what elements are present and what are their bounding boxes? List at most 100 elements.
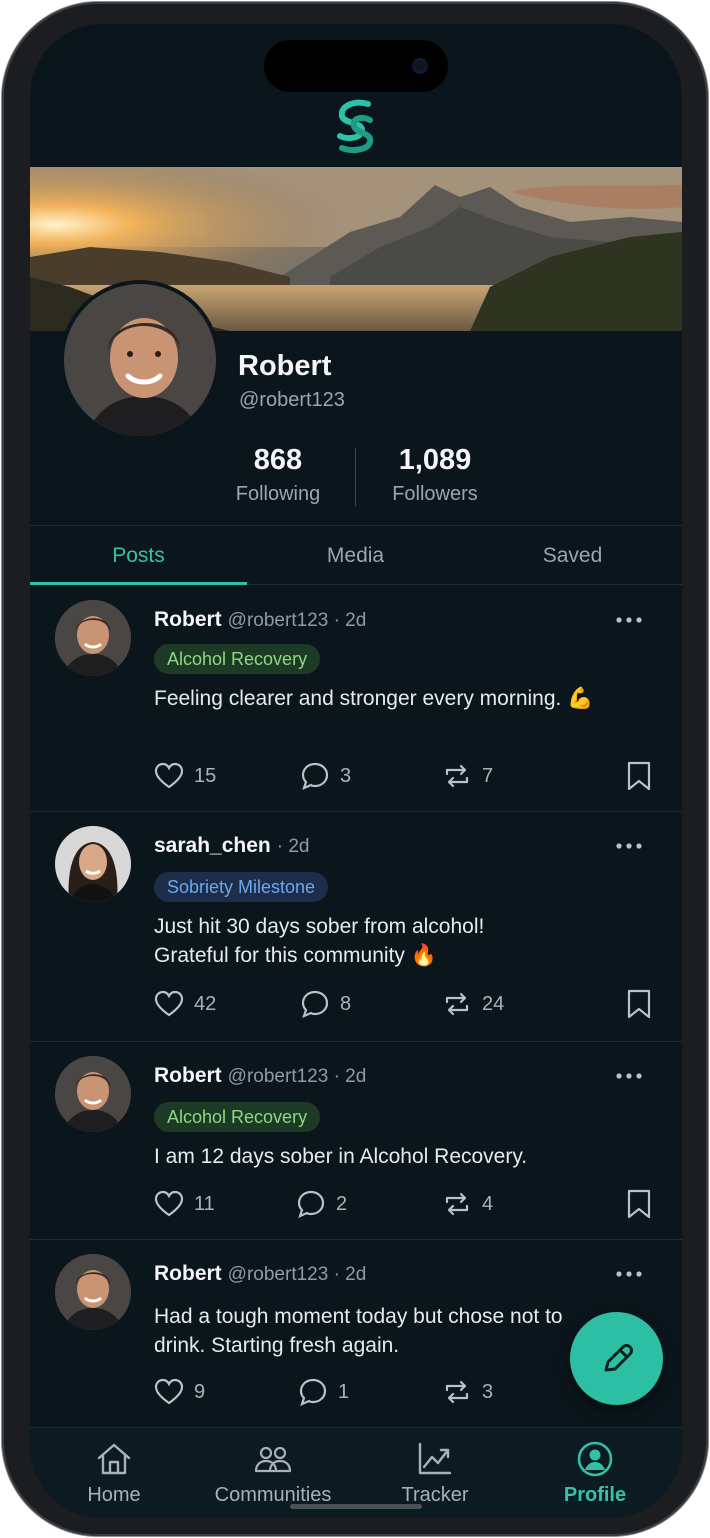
tracker-icon: [418, 1442, 452, 1475]
nav-tracker[interactable]: Tracker: [365, 1440, 505, 1507]
like-button[interactable]: 15: [154, 760, 216, 792]
post-author[interactable]: Robert: [154, 1262, 222, 1285]
heart-icon: [154, 990, 184, 1017]
post-author[interactable]: sarah_chen: [154, 834, 271, 857]
followers-label: Followers: [392, 483, 478, 505]
avatar[interactable]: [55, 600, 131, 676]
repost-icon: [445, 992, 469, 1016]
phone-frame: Robert @robert123 868 Following 1,089 Fo…: [2, 2, 708, 1536]
nav-profile[interactable]: Profile: [525, 1440, 665, 1507]
comment-count: 3: [340, 764, 352, 787]
compose-button[interactable]: [570, 1312, 663, 1405]
tab-media[interactable]: Media: [247, 526, 464, 586]
community-tag[interactable]: Alcohol Recovery: [154, 644, 321, 674]
following-label: Following: [235, 483, 321, 505]
heart-icon: [154, 1378, 184, 1405]
repost-count: 24: [482, 992, 505, 1015]
comment-icon: [301, 990, 329, 1018]
avatar[interactable]: [55, 1254, 131, 1330]
repost-button[interactable]: 3: [442, 1376, 493, 1408]
post-meta: @robert123 · 2d: [227, 1066, 367, 1087]
post-meta: @robert123 · 2d: [227, 1264, 367, 1285]
comment-button[interactable]: 8: [300, 988, 351, 1020]
active-tab-indicator: [30, 582, 247, 585]
post-body: Just hit 30 days sober from alcohol! Gra…: [154, 915, 485, 967]
post-author[interactable]: Robert: [154, 608, 222, 631]
repost-icon: [445, 1192, 469, 1216]
avatar[interactable]: [55, 1056, 131, 1132]
like-button[interactable]: 11: [154, 1188, 215, 1220]
post-body: I am 12 days sober in Alcohol Recovery.: [154, 1145, 528, 1168]
repost-count: 4: [482, 1192, 494, 1215]
camera-icon: [412, 58, 428, 74]
app-screen: Robert @robert123 868 Following 1,089 Fo…: [30, 24, 682, 1518]
like-button[interactable]: 9: [154, 1376, 205, 1408]
post-item[interactable]: sarah_chen · 2d Sobriety Milestone Just h…: [30, 812, 682, 1042]
more-options-icon[interactable]: [614, 836, 644, 856]
nav-label: Profile: [563, 1484, 627, 1506]
repost-count: 7: [482, 764, 494, 787]
app-logo-icon: [337, 99, 374, 153]
communities-icon: [254, 1446, 292, 1473]
post-actions: 11 2 4: [154, 1188, 654, 1220]
comment-button[interactable]: 3: [300, 760, 351, 792]
community-tag[interactable]: Alcohol Recovery: [154, 1102, 321, 1132]
post-item[interactable]: Robert @robert123 · 2d Alcohol Recovery I…: [30, 1042, 682, 1240]
nav-communities[interactable]: Communities: [203, 1440, 343, 1507]
following-count: 868: [253, 444, 303, 476]
post-meta: · 2d: [276, 836, 310, 857]
post-author[interactable]: Robert: [154, 1064, 222, 1087]
post-actions: 15 3 7: [154, 760, 654, 792]
more-options-icon[interactable]: [614, 1066, 644, 1086]
more-options-icon[interactable]: [614, 1264, 644, 1284]
nav-home[interactable]: Home: [44, 1440, 184, 1507]
profile-avatar[interactable]: [60, 280, 220, 440]
post-header: Robert @robert123 · 2d: [154, 1262, 366, 1286]
repost-button[interactable]: 4: [442, 1188, 493, 1220]
post-body: Feeling clearer and stronger every morni…: [154, 687, 594, 710]
heart-icon: [154, 1190, 184, 1217]
comment-count: 2: [336, 1192, 348, 1215]
dynamic-island: [264, 40, 448, 92]
profile-handle: @robert123: [239, 389, 345, 411]
bookmark-icon[interactable]: [624, 988, 654, 1020]
comment-icon: [297, 1190, 325, 1218]
more-options-icon[interactable]: [614, 610, 644, 630]
tab-saved[interactable]: Saved: [464, 526, 681, 586]
profile-icon: [577, 1441, 613, 1477]
post-actions: 42 8 24: [154, 988, 654, 1020]
following-stat[interactable]: 868 Following: [198, 444, 358, 506]
community-tag[interactable]: Sobriety Milestone: [154, 872, 329, 902]
nav-label: Home: [87, 1484, 141, 1506]
comment-icon: [299, 1378, 327, 1406]
post-header: sarah_chen · 2d: [154, 834, 309, 858]
comment-count: 1: [338, 1380, 350, 1403]
like-count: 15: [194, 764, 217, 787]
heart-icon: [154, 762, 184, 789]
like-count: 42: [194, 992, 217, 1015]
repost-count: 3: [482, 1380, 494, 1403]
followers-stat[interactable]: 1,089 Followers: [355, 444, 515, 506]
post-header: Robert @robert123 · 2d: [154, 608, 366, 632]
profile-stats: 868 Following 1,089 Followers: [30, 444, 682, 514]
profile-name: Robert: [238, 350, 332, 382]
bookmark-icon[interactable]: [624, 760, 654, 792]
comment-button[interactable]: 1: [298, 1376, 349, 1408]
like-count: 9: [194, 1380, 206, 1403]
repost-button[interactable]: 7: [442, 760, 493, 792]
comment-icon: [301, 762, 329, 790]
followers-count: 1,089: [398, 444, 472, 476]
home-icon: [97, 1443, 131, 1475]
post-item[interactable]: Robert @robert123 · 2d Alcohol Recovery F…: [30, 586, 682, 812]
post-meta: @robert123 · 2d: [227, 610, 367, 631]
comment-button[interactable]: 2: [296, 1188, 347, 1220]
post-header: Robert @robert123 · 2d: [154, 1064, 366, 1088]
bookmark-icon[interactable]: [624, 1188, 654, 1220]
tab-posts[interactable]: Posts: [30, 526, 247, 586]
avatar[interactable]: [55, 826, 131, 902]
like-count: 11: [194, 1192, 215, 1215]
repost-button[interactable]: 24: [442, 988, 504, 1020]
home-indicator: [290, 1504, 422, 1509]
like-button[interactable]: 42: [154, 988, 216, 1020]
repost-icon: [445, 764, 469, 788]
